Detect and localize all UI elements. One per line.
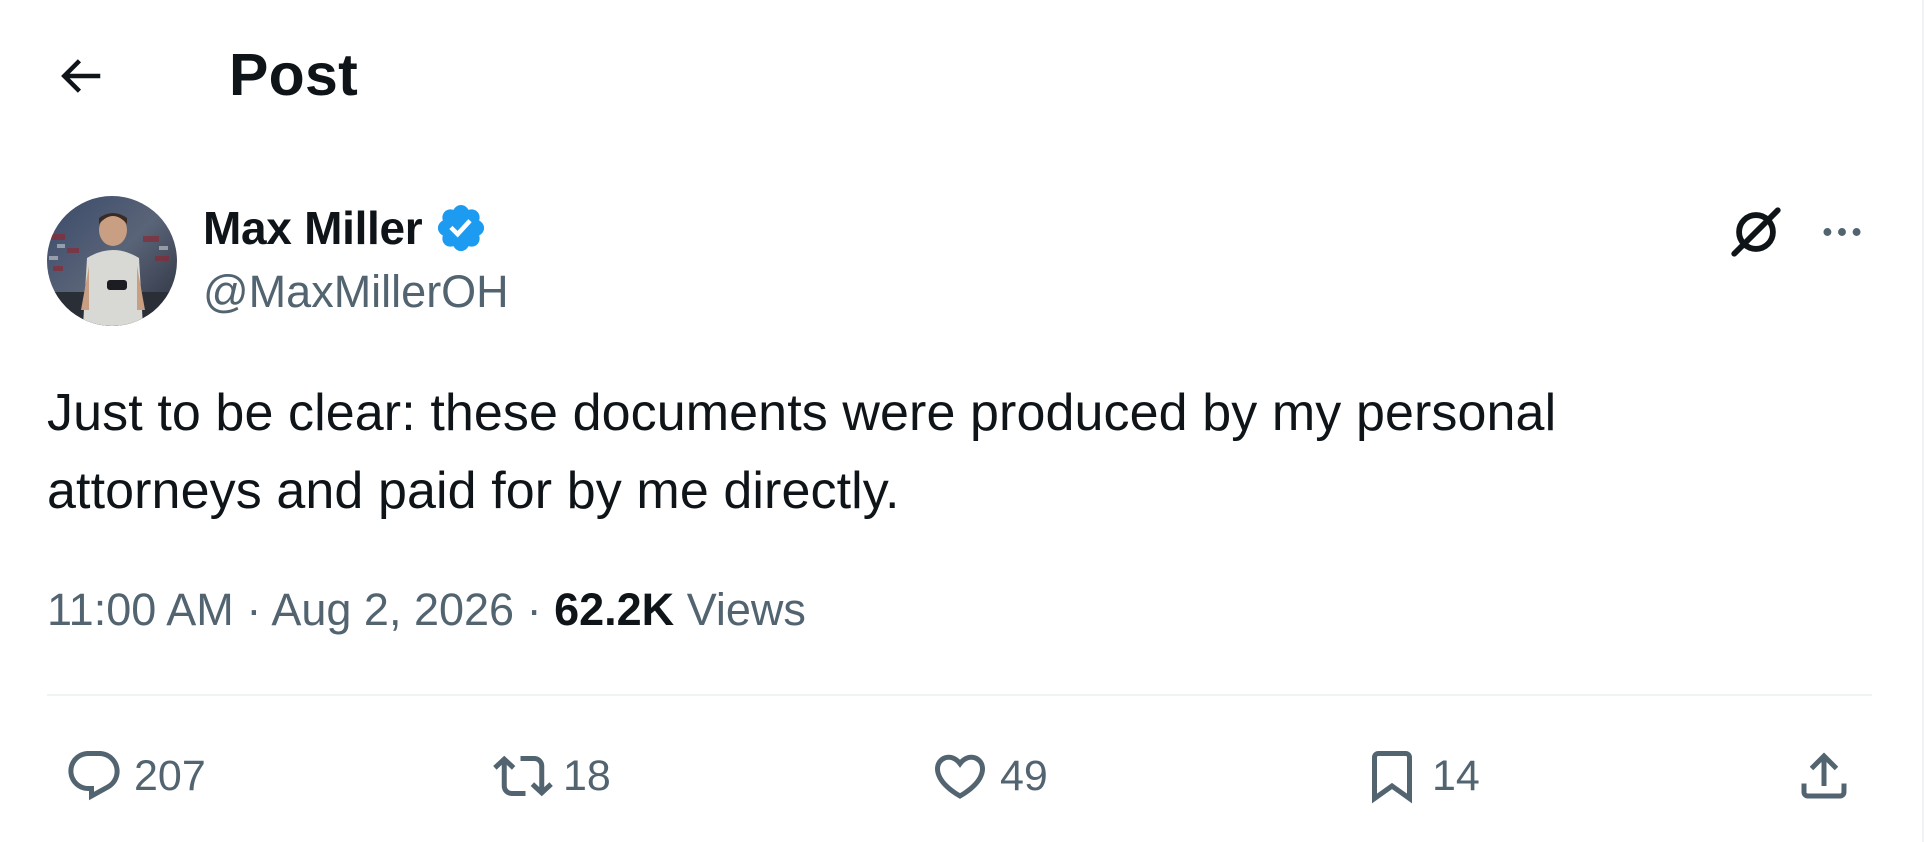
post-date[interactable]: Aug 2, 2026 [271, 584, 514, 635]
views-count: 62.2K [554, 584, 675, 635]
reply-count: 207 [134, 752, 206, 800]
post-text: Just to be clear: these documents were p… [47, 384, 1557, 520]
author-name-link[interactable]: Max Miller [203, 200, 488, 256]
bookmark-icon [1358, 742, 1426, 810]
repost-button[interactable]: 18 [489, 736, 611, 816]
repost-count: 18 [563, 752, 611, 800]
bookmark-count: 14 [1432, 752, 1480, 800]
avatar-image [47, 196, 177, 326]
page-header: Post [0, 0, 1920, 150]
bookmark-button[interactable]: 14 [1358, 736, 1480, 816]
divider [47, 694, 1872, 696]
heart-icon [926, 742, 994, 810]
grok-icon [1731, 207, 1781, 257]
avatar[interactable] [47, 196, 177, 326]
page-title: Post [229, 42, 359, 108]
verified-badge-icon[interactable] [434, 201, 488, 255]
views-label: Views [686, 584, 806, 635]
like-button[interactable]: 49 [926, 736, 1048, 816]
grok-button[interactable] [1722, 198, 1790, 266]
meta-separator: · [526, 584, 542, 635]
more-horizontal-icon [1823, 228, 1861, 236]
reply-icon [60, 742, 128, 810]
back-button[interactable] [40, 36, 120, 116]
author-name: Max Miller [203, 202, 423, 254]
post-meta: 11:00 AM · Aug 2, 2026 · 62.2K Views [47, 578, 806, 642]
author-handle[interactable]: @MaxMillerOH [203, 264, 509, 320]
like-count: 49 [1000, 752, 1048, 800]
reply-button[interactable]: 207 [60, 736, 206, 816]
share-button[interactable] [1790, 736, 1858, 816]
repost-icon [489, 742, 557, 810]
meta-separator: · [246, 584, 262, 635]
share-icon [1790, 742, 1858, 810]
arrow-left-icon [61, 59, 101, 93]
more-options-button[interactable] [1808, 198, 1876, 266]
post-time[interactable]: 11:00 AM [47, 584, 234, 635]
